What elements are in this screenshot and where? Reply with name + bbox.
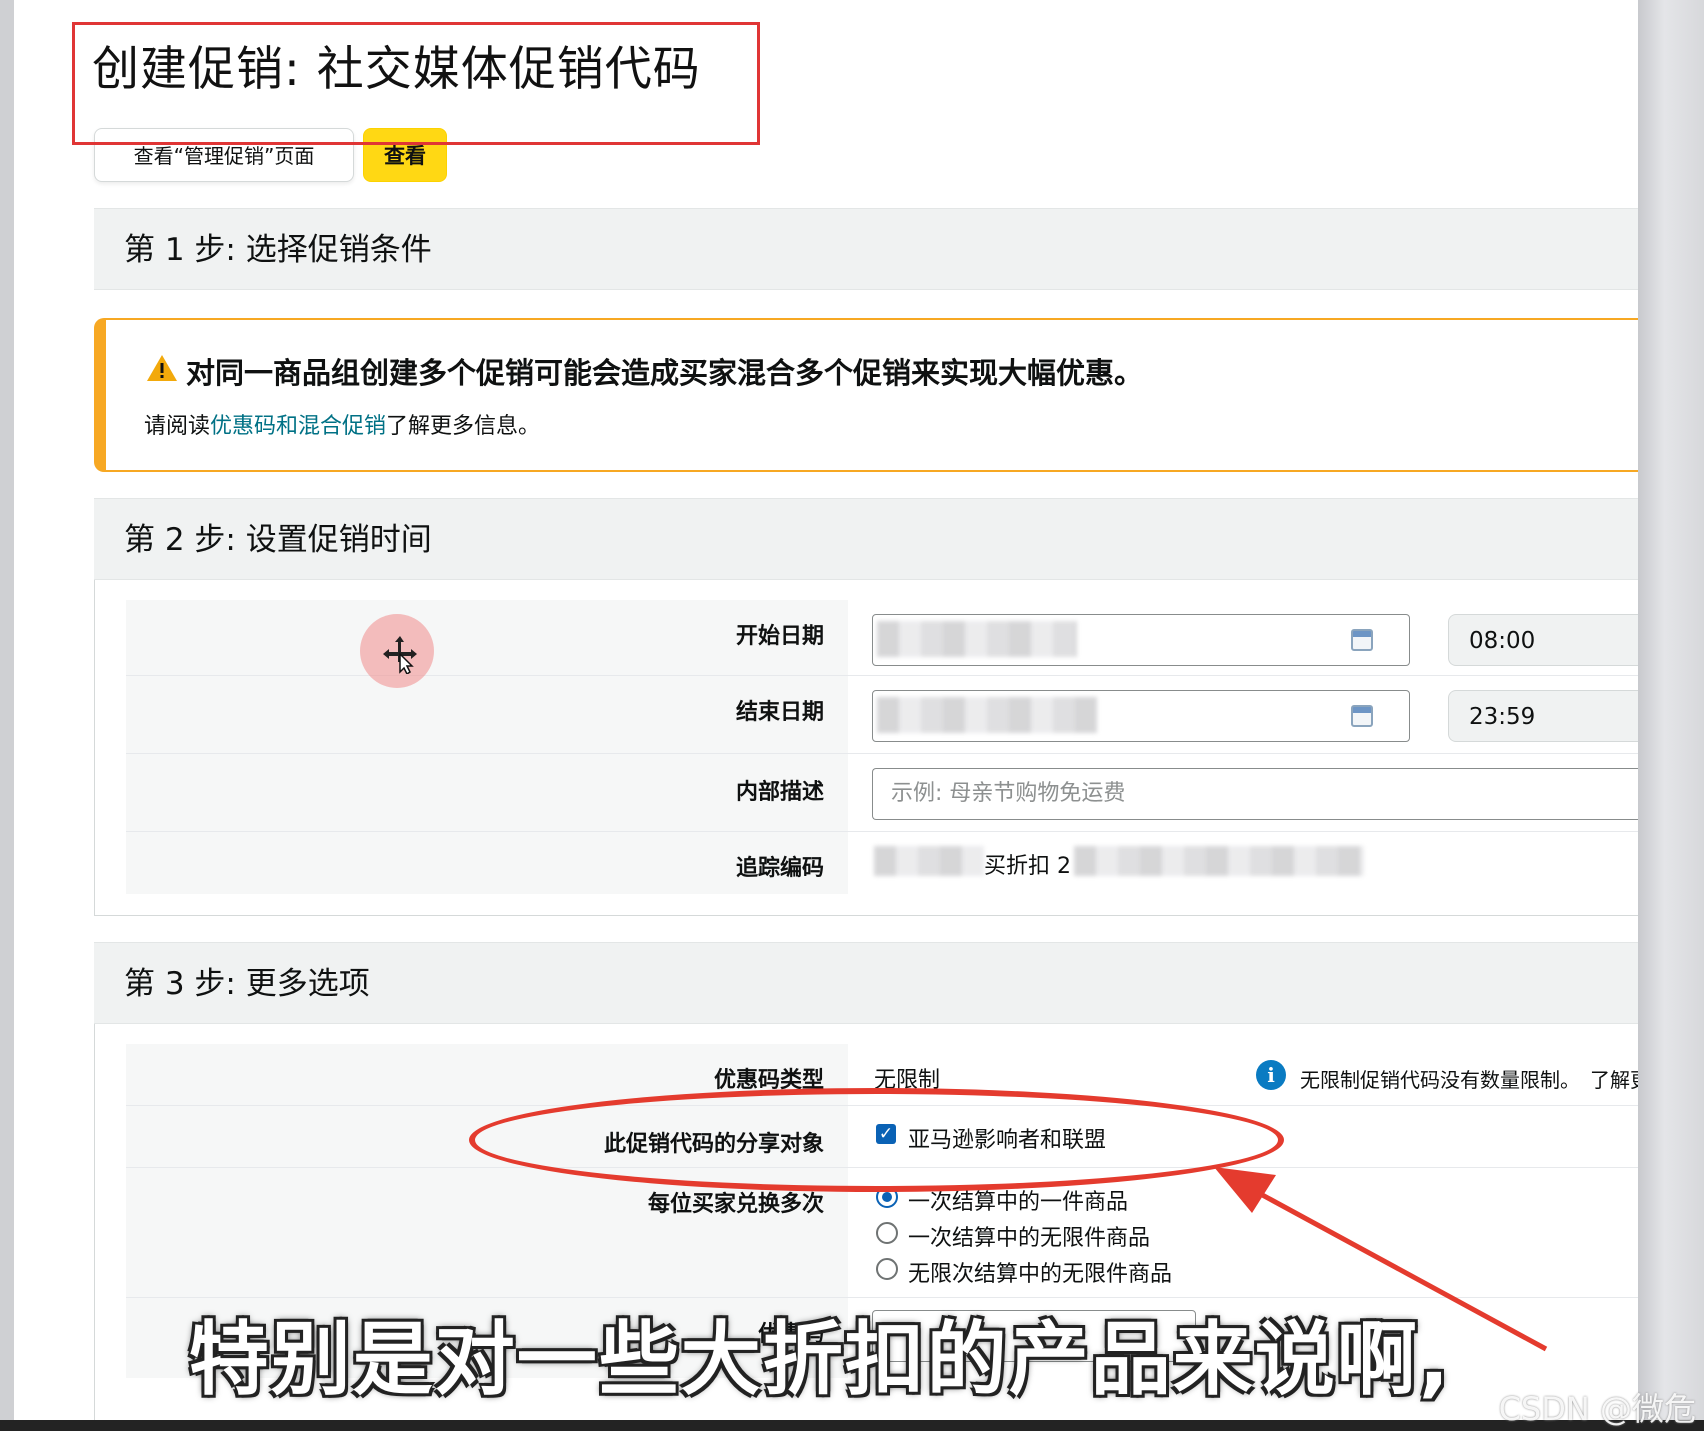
end-time-select[interactable]: 23:59	[1448, 690, 1668, 742]
redeem-option-label: 一次结算中的无限件商品	[908, 1226, 1151, 1251]
video-subtitle: 特别是对一些大折扣的产品来说啊,	[188, 1313, 1452, 1406]
description-label: 内部描述	[735, 780, 824, 805]
label-cell: 内部描述	[126, 754, 848, 831]
alert-body-suffix: 了解更多信息。	[386, 414, 541, 439]
code-type-info: 无限制促销代码没有数量限制。	[1300, 1068, 1580, 1092]
redacted-start-date	[877, 621, 1077, 657]
tracking-row: 追踪编码 买折扣 2	[126, 832, 1652, 894]
warning-alert: 对同一商品组创建多个促销可能会造成买家混合多个促销来实现大幅优惠。 请阅读优惠码…	[94, 318, 1652, 472]
title-annotation-box	[72, 22, 760, 145]
description-row: 内部描述 示例: 母亲节购物免运费	[126, 754, 1652, 832]
start-date-input[interactable]	[872, 614, 1410, 666]
end-date-row: 结束日期 23:59	[126, 676, 1668, 754]
start-date-label: 开始日期	[735, 624, 824, 649]
step3-header[interactable]: 第 3 步: 更多选项	[94, 942, 1652, 1024]
screen-bottom-bar	[0, 1420, 1704, 1431]
alert-body-prefix: 请阅读	[144, 414, 211, 439]
redacted-end-date	[877, 697, 1097, 733]
redeem-option-label: 无限次结算中的无限件商品	[908, 1262, 1173, 1287]
end-date-label: 结束日期	[735, 700, 824, 725]
info-icon[interactable]: i	[1256, 1060, 1286, 1090]
move-cursor-icon	[383, 636, 417, 674]
tracking-value: 买折扣 2	[984, 854, 1071, 879]
calendar-icon[interactable]	[1351, 705, 1373, 727]
alert-title: 对同一商品组创建多个促销可能会造成买家混合多个促销来实现大幅优惠。	[186, 356, 1144, 390]
redacted-tracking-suffix	[1074, 846, 1364, 876]
warning-icon	[147, 355, 177, 381]
tracking-label: 追踪编码	[735, 856, 824, 881]
calendar-icon[interactable]	[1351, 629, 1373, 651]
redacted-tracking-prefix	[874, 846, 984, 876]
start-time-select[interactable]: 08:00	[1448, 614, 1668, 666]
description-placeholder: 示例: 母亲节购物免运费	[891, 781, 1126, 806]
share-annotation-ellipse	[469, 1088, 1284, 1192]
coupon-stacking-link[interactable]: 优惠码和混合促销	[210, 414, 386, 439]
step1-header[interactable]: 第 1 步: 选择促销条件	[94, 208, 1652, 290]
watermark: CSDN @微危	[1498, 1390, 1696, 1428]
label-cell: 结束日期	[126, 676, 848, 753]
alert-body: 请阅读优惠码和混合促销了解更多信息。	[144, 408, 540, 440]
label-cell: 开始日期	[126, 600, 848, 675]
label-cell: 追踪编码	[126, 832, 848, 894]
description-input[interactable]: 示例: 母亲节购物免运费	[872, 768, 1652, 820]
screen-left-edge	[0, 0, 14, 1420]
step2-header[interactable]: 第 2 步: 设置促销时间	[94, 498, 1652, 580]
page-frame: 创建促销: 社交媒体促销代码 查看“管理促销”页面 查看 第 1 步: 选择促销…	[14, 0, 1668, 1424]
redeem-option-radio[interactable]	[876, 1222, 898, 1244]
start-date-row: 开始日期 08:00	[126, 600, 1668, 676]
screen-right-edge	[1638, 0, 1704, 1431]
end-date-input[interactable]	[872, 690, 1410, 742]
redeem-option-radio[interactable]	[876, 1258, 898, 1280]
